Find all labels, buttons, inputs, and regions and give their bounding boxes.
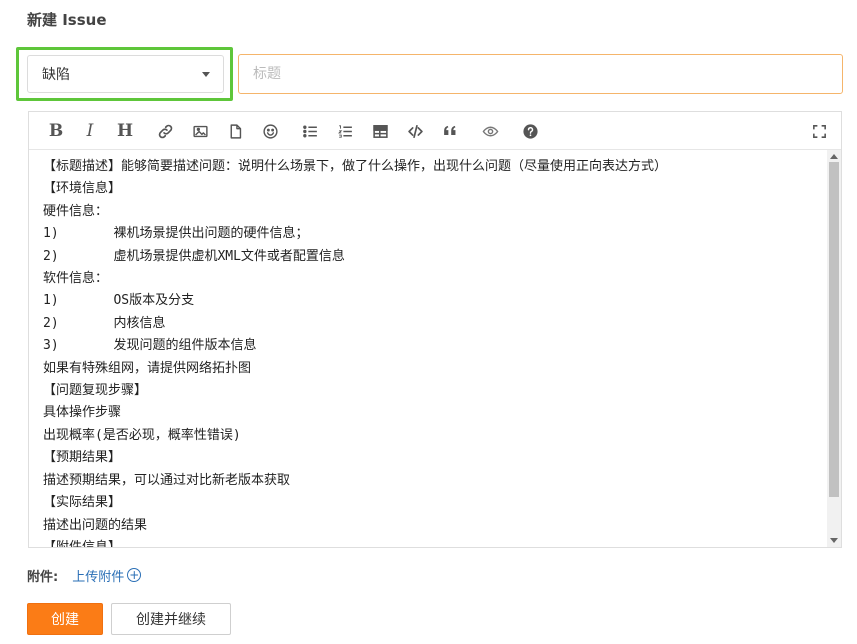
create-button[interactable]: 创建 bbox=[27, 603, 103, 635]
file-icon[interactable] bbox=[225, 121, 245, 141]
editor-line: 【预期结果】 bbox=[43, 450, 122, 466]
upload-attachment-link[interactable]: 上传附件 bbox=[72, 566, 124, 585]
editor-line: 【环境信息】 bbox=[43, 181, 122, 197]
fullscreen-icon[interactable] bbox=[809, 121, 829, 141]
chevron-down-icon bbox=[202, 72, 210, 77]
create-and-continue-button[interactable]: 创建并继续 bbox=[111, 603, 231, 635]
editor-content[interactable]: 【标题描述】能够简要描述问题：说明什么场景下，做了什么操作，出现什么问题（尽量使… bbox=[29, 150, 827, 547]
preview-icon[interactable] bbox=[480, 121, 500, 141]
editor-line: 软件信息： bbox=[43, 271, 109, 287]
scroll-up-arrow[interactable] bbox=[830, 154, 838, 159]
editor-line: 3) 发现问题的组件版本信息 bbox=[43, 338, 257, 354]
bold-icon[interactable]: B bbox=[46, 121, 66, 141]
editor-line: 2) 内核信息 bbox=[43, 315, 166, 331]
editor-line: 1) OS版本及分支 bbox=[43, 293, 195, 309]
attachments-label: 附件: bbox=[27, 569, 59, 585]
title-input[interactable] bbox=[238, 54, 843, 94]
editor-line: 【附件信息】 bbox=[43, 537, 827, 547]
editor-line: 2) 虚机场景提供虚机XML文件或者配置信息 bbox=[43, 248, 345, 264]
plus-circle-icon[interactable]: + bbox=[127, 568, 142, 582]
editor-line: 【标题描述】能够简要描述问题：说明什么场景下，做了什么操作，出现什么问题（尽量使… bbox=[43, 159, 668, 174]
page-title: 新建 Issue bbox=[27, 11, 107, 29]
attachments-row: 附件: 上传附件 + bbox=[27, 566, 142, 585]
editor-line: 如果有特殊组网，请提供网络拓扑图 bbox=[43, 360, 252, 376]
table-icon[interactable] bbox=[370, 121, 390, 141]
emoji-icon[interactable] bbox=[260, 121, 280, 141]
scroll-down-arrow[interactable] bbox=[830, 538, 838, 543]
italic-icon[interactable]: I bbox=[80, 121, 100, 141]
link-icon[interactable] bbox=[155, 121, 175, 141]
heading-icon[interactable]: H bbox=[115, 121, 135, 141]
editor-line: 【实际结果】 bbox=[43, 495, 122, 511]
unordered-list-icon[interactable] bbox=[300, 121, 320, 141]
editor-line: 出现概率(是否必现，概率性错误) bbox=[43, 427, 241, 443]
editor-line: 具体操作步骤 bbox=[43, 405, 122, 421]
help-icon[interactable] bbox=[520, 121, 540, 141]
code-icon[interactable] bbox=[405, 121, 425, 141]
issue-type-select[interactable]: 缺陷 bbox=[27, 55, 224, 93]
markdown-editor: B I H 【标题描述】能够简要描述问题：说明什么场景下，做了什么操作，出现什么… bbox=[28, 111, 842, 548]
image-icon[interactable] bbox=[190, 121, 210, 141]
editor-scrollbar[interactable] bbox=[827, 150, 841, 547]
issue-type-value: 缺陷 bbox=[42, 67, 70, 83]
editor-line: 描述出问题的结果 bbox=[43, 517, 148, 533]
editor-line: 描述预期结果，可以通过对比新老版本获取 bbox=[43, 472, 291, 488]
ordered-list-icon[interactable] bbox=[335, 121, 355, 141]
quote-icon[interactable] bbox=[440, 121, 460, 141]
editor-line: 硬件信息： bbox=[43, 203, 109, 219]
editor-line: 【问题复现步骤】 bbox=[43, 383, 148, 399]
editor-line: 1) 裸机场景提供出问题的硬件信息； bbox=[43, 226, 309, 242]
editor-toolbar: B I H bbox=[29, 112, 841, 150]
scroll-thumb[interactable] bbox=[829, 162, 839, 497]
